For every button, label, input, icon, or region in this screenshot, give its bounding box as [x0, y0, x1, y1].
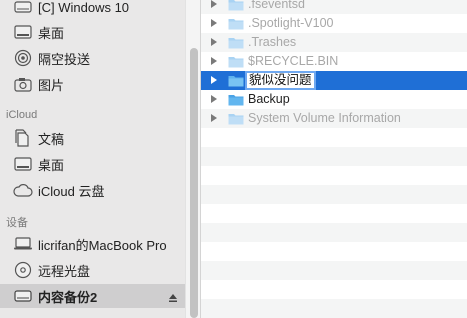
- finder-window: [C] Windows 10 桌面 隔空投送 图片 iCloud 文稿 桌面 i…: [0, 0, 467, 318]
- empty-row: [201, 242, 467, 261]
- sidebar-item-icloud-desktop[interactable]: 桌面: [0, 152, 185, 176]
- cloud-icon: [13, 181, 33, 199]
- desktop-icon: [13, 155, 33, 173]
- empty-row: [201, 299, 467, 318]
- empty-row: [201, 185, 467, 204]
- sidebar-item-pictures[interactable]: 图片: [0, 72, 185, 96]
- sidebar-item-label: 文稿: [38, 131, 65, 147]
- drive-icon: [13, 287, 33, 305]
- folder-icon: [228, 76, 244, 87]
- sidebar-scrollbar-thumb[interactable]: [190, 48, 198, 318]
- drive-icon: [13, 0, 33, 16]
- disclosure-triangle-icon[interactable]: [211, 38, 217, 46]
- file-name: $RECYCLE.BIN: [248, 54, 339, 68]
- sidebar-item-label: 桌面: [38, 157, 65, 173]
- list-item[interactable]: $RECYCLE.BIN: [201, 52, 467, 71]
- sidebar-section-devices: 设备: [6, 217, 28, 229]
- file-name: Backup: [248, 92, 290, 106]
- disclosure-triangle-icon[interactable]: [211, 95, 217, 103]
- empty-row: [201, 128, 467, 147]
- empty-row: [201, 261, 467, 280]
- list-item[interactable]: Backup: [201, 90, 467, 109]
- sidebar-item-label: 图片: [38, 77, 65, 93]
- file-name: .Spotlight-V100: [248, 16, 334, 30]
- sidebar-item-macbook[interactable]: licrifan的MacBook Pro: [0, 232, 185, 256]
- sidebar-item-icloud-drive[interactable]: iCloud 云盘: [0, 178, 185, 202]
- sidebar-item-label: 远程光盘: [38, 263, 91, 279]
- empty-row: [201, 223, 467, 242]
- sidebar-item-windows10[interactable]: [C] Windows 10: [0, 0, 185, 19]
- file-name: System Volume Information: [248, 111, 401, 125]
- sidebar-scrollbar[interactable]: [185, 0, 201, 318]
- folder-icon: [228, 95, 244, 106]
- list-item[interactable]: .Spotlight-V100: [201, 14, 467, 33]
- sidebar: [C] Windows 10 桌面 隔空投送 图片 iCloud 文稿 桌面 i…: [0, 0, 185, 318]
- sidebar-item-airdrop[interactable]: 隔空投送: [0, 46, 185, 70]
- file-list: .fseventsd .Spotlight-V100 .Trashes $REC…: [201, 0, 467, 318]
- sidebar-item-label: [C] Windows 10: [38, 0, 130, 15]
- folder-icon: [228, 114, 244, 125]
- disclosure-triangle-icon[interactable]: [211, 57, 217, 65]
- sidebar-section-icloud: iCloud: [6, 109, 38, 121]
- sidebar-item-documents[interactable]: 文稿: [0, 126, 185, 150]
- empty-row: [201, 204, 467, 223]
- folder-icon: [228, 38, 244, 49]
- disclosure-triangle-icon[interactable]: [211, 0, 217, 8]
- list-item[interactable]: System Volume Information: [201, 109, 467, 128]
- disclosure-triangle-icon[interactable]: [211, 19, 217, 27]
- sidebar-item-label: licrifan的MacBook Pro: [38, 237, 167, 253]
- sidebar-item-label: 隔空投送: [38, 51, 91, 67]
- sidebar-item-backup-drive[interactable]: 内容备份2: [0, 284, 185, 308]
- desktop-icon: [13, 23, 33, 41]
- disclosure-triangle-icon[interactable]: [211, 76, 217, 84]
- sidebar-item-label: 桌面: [38, 25, 65, 41]
- folder-icon: [228, 0, 244, 11]
- file-name: .Trashes: [248, 35, 297, 49]
- sidebar-item-remote-disc[interactable]: 远程光盘: [0, 258, 185, 282]
- folder-icon: [228, 19, 244, 30]
- sidebar-item-label: 内容备份2: [38, 289, 98, 305]
- eject-icon[interactable]: [168, 291, 178, 302]
- folder-icon: [228, 57, 244, 68]
- airdrop-icon: [13, 49, 33, 67]
- camera-icon: [13, 75, 33, 93]
- sidebar-item-label: iCloud 云盘: [38, 183, 105, 199]
- list-item[interactable]: .fseventsd: [201, 0, 467, 14]
- file-name: .fseventsd: [248, 0, 305, 11]
- disc-icon: [13, 261, 33, 279]
- empty-row: [201, 166, 467, 185]
- laptop-icon: [13, 235, 33, 253]
- list-item[interactable]: .Trashes: [201, 33, 467, 52]
- empty-row: [201, 147, 467, 166]
- rename-field[interactable]: 貌似没问题: [245, 71, 316, 90]
- empty-row: [201, 280, 467, 299]
- sidebar-item-desktop[interactable]: 桌面: [0, 20, 185, 44]
- list-item-selected[interactable]: 貌似没问题: [201, 71, 467, 90]
- disclosure-triangle-icon[interactable]: [211, 114, 217, 122]
- documents-icon: [13, 129, 33, 147]
